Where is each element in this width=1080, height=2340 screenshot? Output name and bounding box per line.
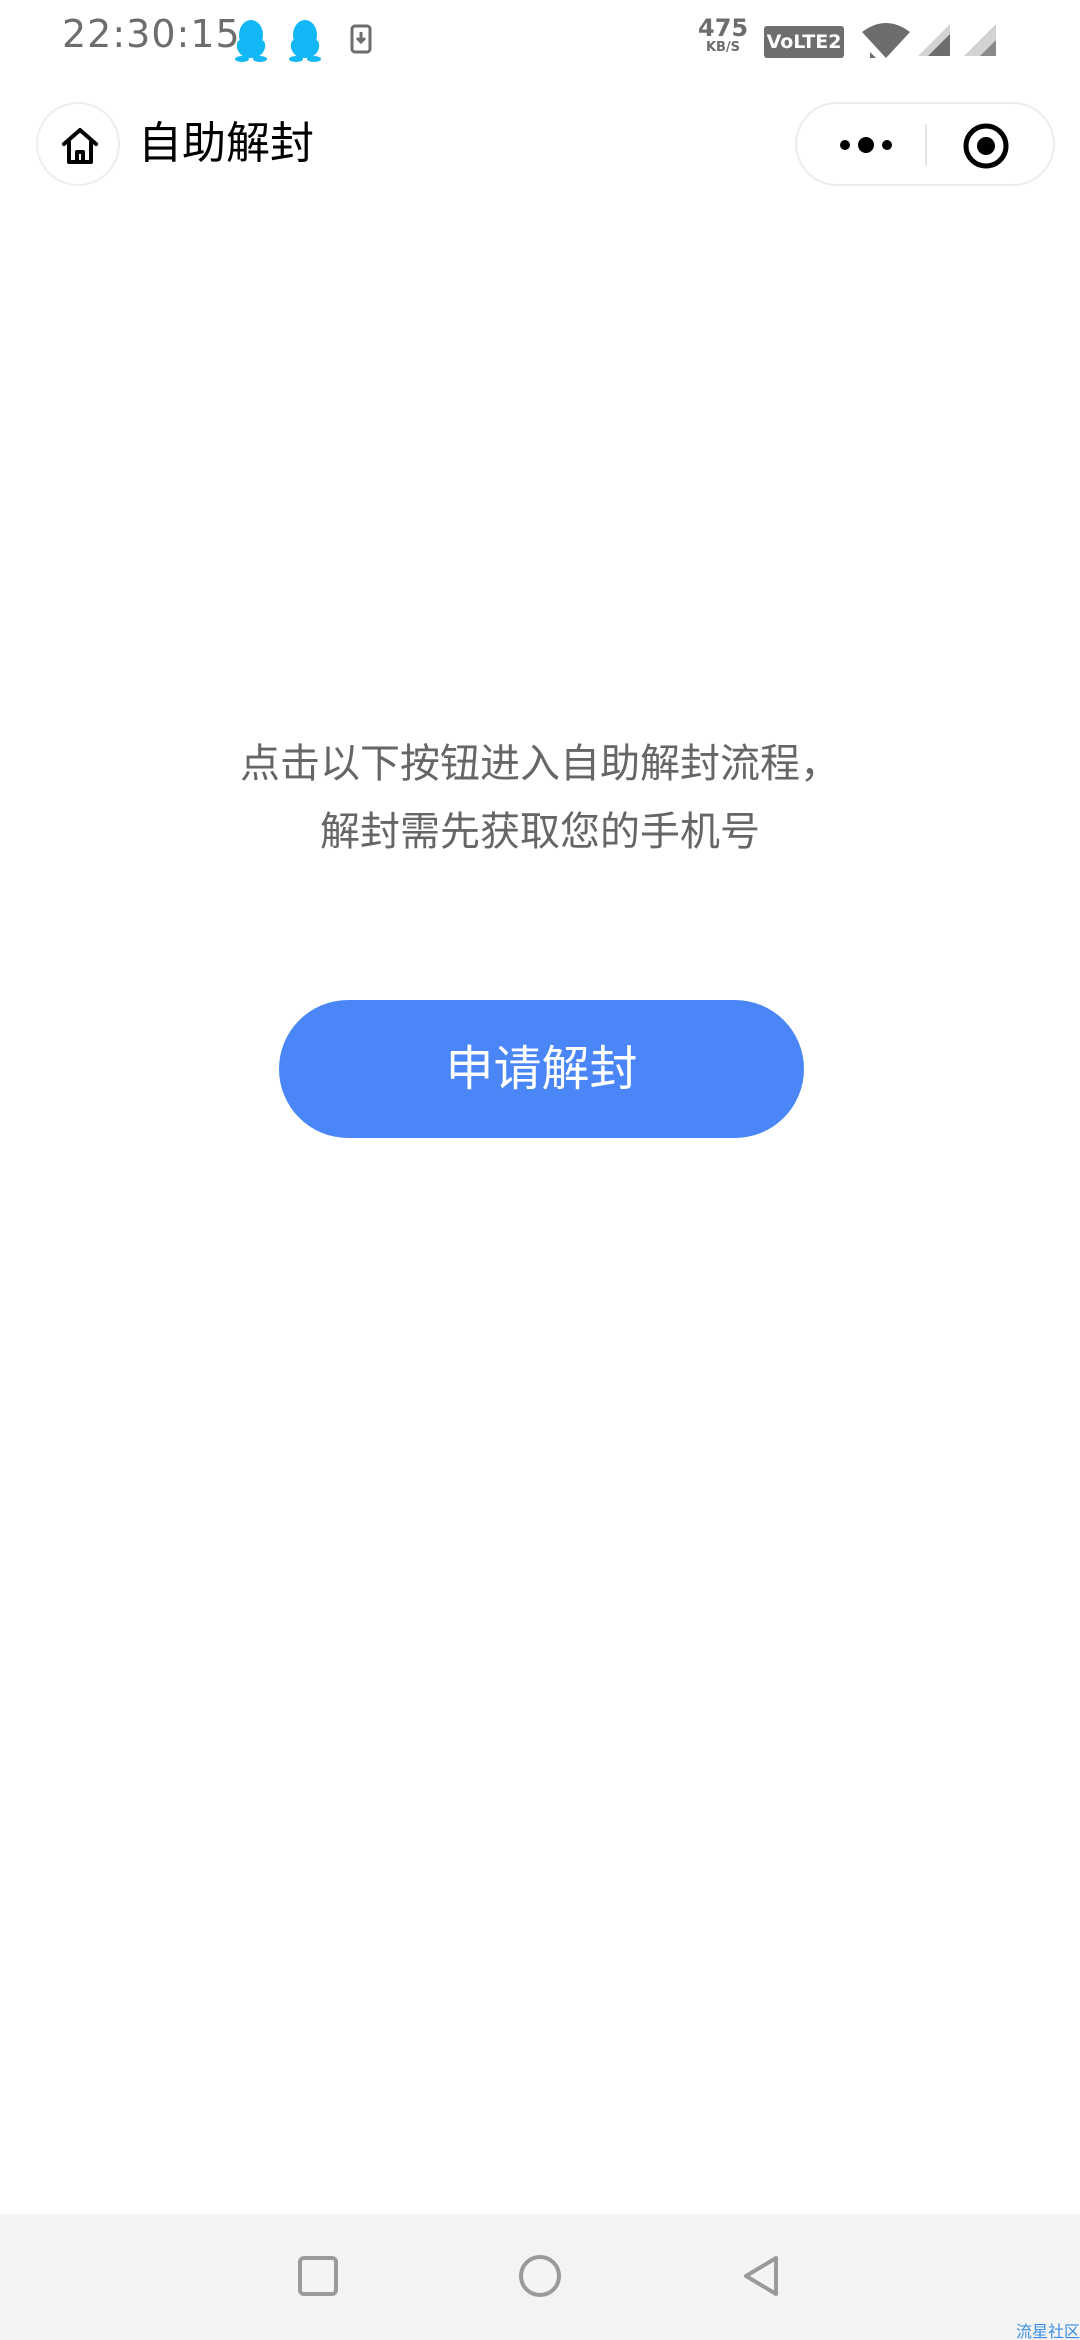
- home-button[interactable]: [36, 102, 120, 186]
- watermark: 流星社区: [1016, 2322, 1080, 2340]
- volte-badge: VoLTE2: [764, 26, 844, 58]
- screen: 22:30:15 475 KB/S VoLTE2 自助解封 点击以下按钮进入自助…: [0, 0, 1080, 2340]
- description-line-1: 点击以下按钮进入自助解封流程，: [240, 741, 840, 787]
- capsule-divider: [925, 124, 927, 166]
- net-speed-unit: KB/S: [705, 40, 741, 55]
- status-bar: 22:30:15 475 KB/S VoLTE2: [0, 0, 1080, 80]
- page-title: 自助解封: [138, 118, 314, 169]
- signal-icon: [918, 24, 950, 56]
- apply-unban-button[interactable]: 申请解封: [279, 1000, 804, 1138]
- wifi-icon: [862, 23, 910, 58]
- target-close-icon[interactable]: [961, 121, 1011, 171]
- description-line-2: 解封需先获取您的手机号: [320, 809, 760, 855]
- status-time: 22:30:15: [62, 12, 241, 56]
- home-icon: [62, 128, 98, 164]
- download-icon: [350, 24, 372, 54]
- qq-icon: [235, 20, 267, 62]
- description-text: 点击以下按钮进入自助解封流程， 解封需先获取您的手机号: [0, 730, 1080, 866]
- qq-icon: [289, 20, 321, 62]
- net-speed: 475 KB/S: [698, 16, 748, 56]
- signal-icon: [964, 24, 996, 56]
- net-speed-value: 475: [698, 14, 749, 42]
- recent-apps-icon[interactable]: [296, 2254, 340, 2298]
- home-circle-icon[interactable]: [516, 2252, 564, 2300]
- system-nav-bar: [0, 2214, 1080, 2340]
- back-icon[interactable]: [738, 2252, 786, 2300]
- capsule-menu: [795, 102, 1055, 186]
- more-dots-icon[interactable]: [823, 118, 909, 172]
